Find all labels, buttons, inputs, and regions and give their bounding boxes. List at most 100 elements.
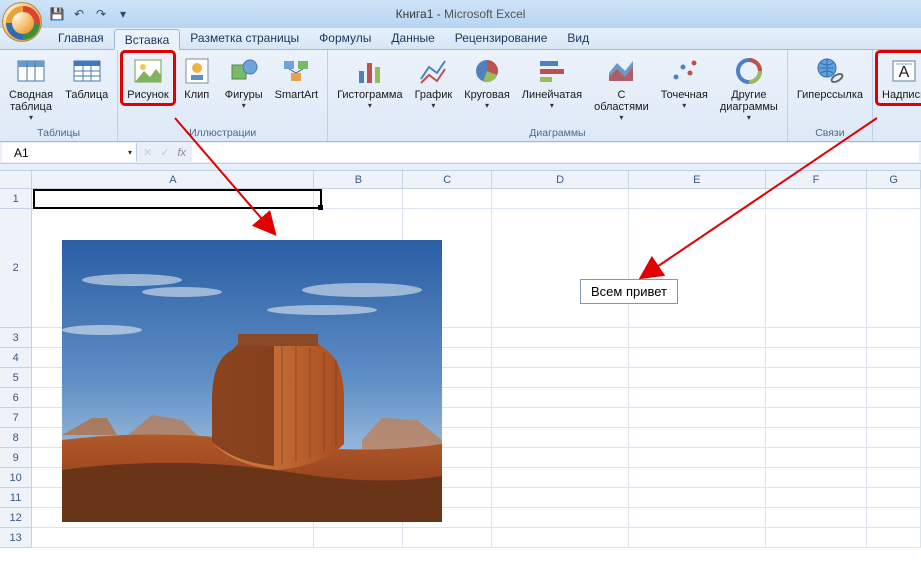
cell[interactable] <box>867 468 921 488</box>
row-header-8[interactable]: 8 <box>0 428 32 448</box>
cell[interactable] <box>32 189 314 209</box>
cell[interactable] <box>766 528 868 548</box>
cell[interactable] <box>629 388 766 408</box>
cell[interactable] <box>492 348 629 368</box>
cell[interactable] <box>867 348 921 368</box>
tab-review[interactable]: Рецензирование <box>445 28 558 49</box>
clipart-button[interactable]: Клип <box>176 52 218 104</box>
row-header-2[interactable]: 2 <box>0 209 32 328</box>
tab-data[interactable]: Данные <box>381 28 444 49</box>
cell[interactable] <box>867 448 921 468</box>
qat-customize-button[interactable]: ▾ <box>114 5 132 23</box>
cell[interactable] <box>766 488 868 508</box>
office-button[interactable] <box>2 2 42 42</box>
tab-insert[interactable]: Вставка <box>114 29 181 50</box>
row-header-3[interactable]: 3 <box>0 328 32 348</box>
cell[interactable] <box>766 468 868 488</box>
textbox-button[interactable]: A Надпись <box>877 52 921 104</box>
cell[interactable] <box>629 408 766 428</box>
cell[interactable] <box>492 368 629 388</box>
column-header-C[interactable]: C <box>403 171 492 189</box>
row-header-4[interactable]: 4 <box>0 348 32 368</box>
cell[interactable] <box>766 388 868 408</box>
fx-label[interactable]: fx <box>177 147 186 159</box>
cell[interactable] <box>766 508 868 528</box>
chart-scatter-button[interactable]: Точечная▾ <box>656 52 713 113</box>
cell[interactable] <box>867 328 921 348</box>
row-header-5[interactable]: 5 <box>0 368 32 388</box>
cell[interactable] <box>629 348 766 368</box>
name-box[interactable]: ▾ <box>2 143 137 162</box>
row-header-6[interactable]: 6 <box>0 388 32 408</box>
picture-button[interactable]: Рисунок <box>122 52 174 104</box>
chart-pie-button[interactable]: Круговая▾ <box>459 52 515 113</box>
row-header-7[interactable]: 7 <box>0 408 32 428</box>
row-header-1[interactable]: 1 <box>0 189 32 209</box>
cell[interactable] <box>492 408 629 428</box>
cell[interactable] <box>867 488 921 508</box>
table-button[interactable]: Таблица <box>60 52 113 104</box>
cell[interactable] <box>766 428 868 448</box>
cell[interactable] <box>314 189 403 209</box>
cell[interactable] <box>629 528 766 548</box>
cell[interactable] <box>314 528 403 548</box>
row-header-13[interactable]: 13 <box>0 528 32 548</box>
tab-formulas[interactable]: Формулы <box>309 28 381 49</box>
column-header-E[interactable]: E <box>629 171 766 189</box>
shapes-button[interactable]: Фигуры ▾ <box>220 52 268 113</box>
inserted-textbox[interactable]: Всем привет <box>580 279 678 304</box>
cell[interactable] <box>629 468 766 488</box>
cell[interactable] <box>766 328 868 348</box>
tab-view[interactable]: Вид <box>557 28 599 49</box>
cell[interactable] <box>32 528 314 548</box>
cell[interactable] <box>629 189 766 209</box>
column-header-D[interactable]: D <box>492 171 629 189</box>
cell[interactable] <box>492 388 629 408</box>
select-all-corner[interactable] <box>0 171 32 189</box>
row-header-10[interactable]: 10 <box>0 468 32 488</box>
tab-pagelayout[interactable]: Разметка страницы <box>180 28 309 49</box>
smartart-button[interactable]: SmartArt <box>270 52 323 104</box>
chart-other-button[interactable]: Другие диаграммы▾ <box>715 52 783 125</box>
cell[interactable] <box>867 408 921 428</box>
hyperlink-button[interactable]: Гиперссылка <box>792 52 868 104</box>
cell[interactable] <box>492 428 629 448</box>
formula-bar-input[interactable] <box>192 143 919 162</box>
row-header-12[interactable]: 12 <box>0 508 32 528</box>
cell[interactable] <box>492 189 629 209</box>
pivottable-button[interactable]: Сводная таблица ▾ <box>4 52 58 125</box>
worksheet-grid[interactable]: ABCDEFG 12345678910111213 <box>0 171 921 561</box>
cell[interactable] <box>629 368 766 388</box>
cell[interactable] <box>766 209 868 328</box>
cell[interactable] <box>867 508 921 528</box>
chart-column-button[interactable]: Гистограмма▾ <box>332 52 408 113</box>
cell[interactable] <box>867 189 921 209</box>
cell[interactable] <box>867 388 921 408</box>
cell[interactable] <box>492 468 629 488</box>
inserted-picture[interactable] <box>62 240 442 522</box>
cell[interactable] <box>766 189 868 209</box>
cell[interactable] <box>403 528 492 548</box>
cell[interactable] <box>492 448 629 468</box>
cell[interactable] <box>403 189 492 209</box>
row-header-11[interactable]: 11 <box>0 488 32 508</box>
cell[interactable] <box>867 528 921 548</box>
cell[interactable] <box>867 368 921 388</box>
cell[interactable] <box>492 328 629 348</box>
column-header-A[interactable]: A <box>32 171 314 189</box>
name-box-input[interactable] <box>14 146 104 160</box>
cell[interactable] <box>766 448 868 468</box>
cell[interactable] <box>492 488 629 508</box>
cell[interactable] <box>867 209 921 328</box>
cell[interactable] <box>492 508 629 528</box>
cell[interactable] <box>629 428 766 448</box>
cell[interactable] <box>492 209 629 328</box>
row-header-9[interactable]: 9 <box>0 448 32 468</box>
cell[interactable] <box>629 508 766 528</box>
cell[interactable] <box>492 528 629 548</box>
chart-bar-button[interactable]: Линейчатая▾ <box>517 52 587 113</box>
qat-redo-button[interactable]: ↷ <box>92 5 110 23</box>
tab-home[interactable]: Главная <box>48 28 114 49</box>
cell[interactable] <box>629 328 766 348</box>
column-header-B[interactable]: B <box>314 171 403 189</box>
